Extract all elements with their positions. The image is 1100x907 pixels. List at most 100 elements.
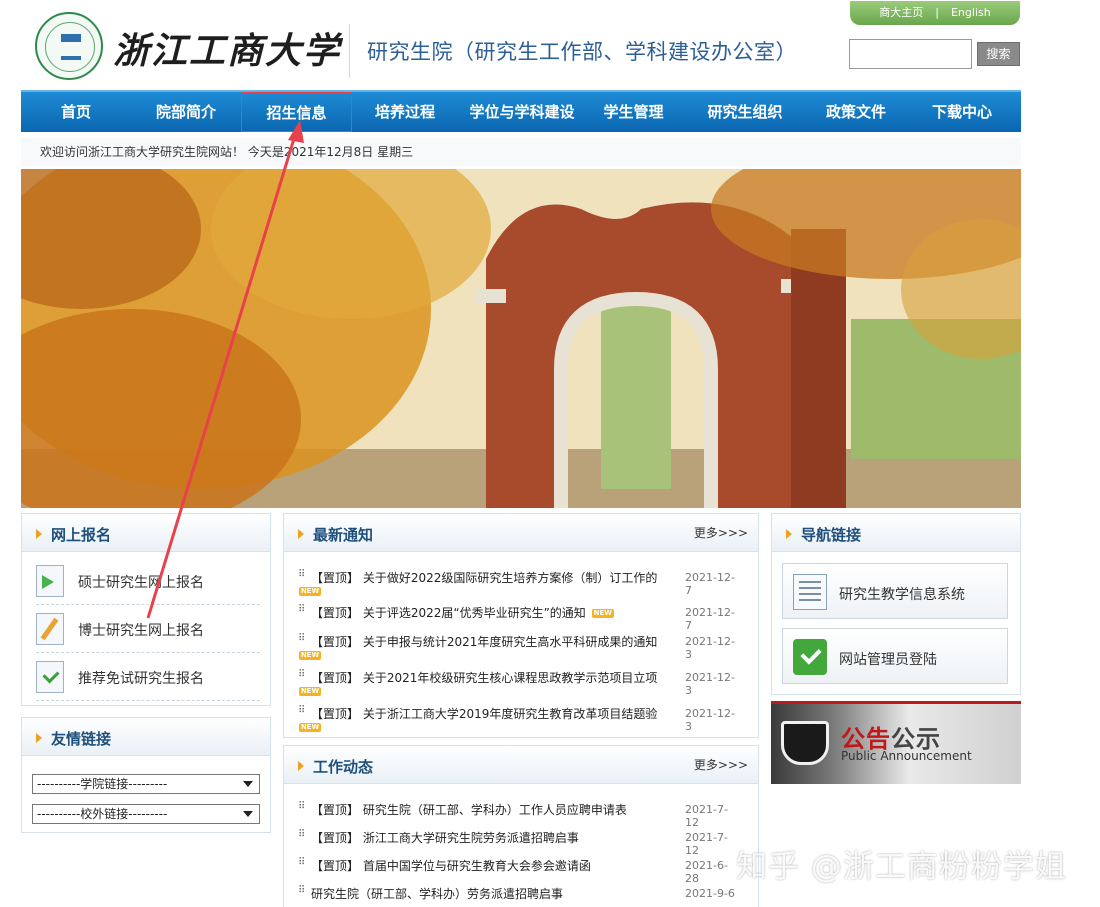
new-badge: NEW xyxy=(299,687,321,696)
announcement-red-stripe xyxy=(771,701,1021,704)
notice-date: 2021-12-3 xyxy=(685,707,735,733)
header-divider xyxy=(349,24,350,78)
search-input[interactable] xyxy=(849,39,972,69)
banner-illustration xyxy=(21,169,1021,508)
nav-links-title: 导航链接 xyxy=(801,526,862,544)
bullet-icon: ⠿ xyxy=(298,705,305,716)
external-links-select[interactable]: ----------校外链接--------- xyxy=(32,804,260,824)
nav-item-student-affairs[interactable]: 学生管理 xyxy=(586,92,681,132)
registration-label: 博士研究生网上报名 xyxy=(78,623,204,639)
registration-label: 推荐免试研究生报名 xyxy=(78,671,204,687)
work-news-title: 工作动态 xyxy=(313,758,374,776)
nav-item-policies[interactable]: 政策文件 xyxy=(809,92,903,132)
link-card-label: 网站管理员登陆 xyxy=(839,652,937,668)
online-registration-panel: 网上报名 硕士研究生网上报名 博士研究生网上报名 推荐免试研究生报名 xyxy=(21,513,271,706)
new-badge: NEW xyxy=(299,587,321,596)
friend-links-header: 友情链接 xyxy=(22,718,270,756)
latest-notices-header: 最新通知 更多>>> xyxy=(284,514,758,552)
bullet-icon: ⠿ xyxy=(298,669,305,680)
notice-title[interactable]: 【置顶】 关于申报与统计2021年度研究生高水平科研成果的通知 xyxy=(311,633,657,650)
checkmark-icon xyxy=(793,639,827,675)
link-card-label: 研究生教学信息系统 xyxy=(839,587,965,603)
friend-links-title: 友情链接 xyxy=(51,730,112,748)
header-arrow-icon xyxy=(36,529,42,539)
registration-item-doctoral[interactable]: 博士研究生网上报名 xyxy=(36,607,260,653)
university-seal-logo[interactable] xyxy=(35,12,103,80)
notice-date: 2021-12-3 xyxy=(685,635,735,661)
notice-date: 2021-12-3 xyxy=(685,671,735,697)
work-news-panel: 工作动态 更多>>> ⠿ 【置顶】 研究生院（研工部、学科办）工作人员应聘申请表… xyxy=(283,745,759,907)
new-badge: NEW xyxy=(299,723,321,732)
notice-date: 2021-12-7 xyxy=(685,571,735,597)
header-arrow-icon xyxy=(298,761,304,771)
news-title[interactable]: 【置顶】 首届中国学位与研究生教育大会参会邀请函 xyxy=(311,857,591,874)
online-registration-title: 网上报名 xyxy=(51,526,112,544)
checkmark-icon xyxy=(36,661,64,693)
news-date: 2021-9-6 xyxy=(685,887,735,900)
bullet-icon: ⠿ xyxy=(298,885,305,896)
work-news-more-link[interactable]: 更多>>> xyxy=(694,756,748,773)
bullet-icon: ⠿ xyxy=(298,633,305,644)
notice-title[interactable]: 【置顶】 关于浙江工商大学2019年度研究生教育改革项目结题验 xyxy=(311,705,657,722)
site-header: 浙江工商大学 研究生院（研究生工作部、学科建设办公室） 商大主页 | English… xyxy=(21,0,1021,88)
nav-item-home[interactable]: 首页 xyxy=(21,92,131,132)
zhihu-watermark: 知乎 @浙工商粉粉学姐 xyxy=(736,849,1067,885)
college-links-select[interactable]: ----------学院链接--------- xyxy=(32,774,260,794)
teaching-system-link[interactable]: 研究生教学信息系统 xyxy=(782,563,1008,619)
notice-title[interactable]: 【置顶】 关于2021年校级研究生核心课程思政教学示范项目立项 xyxy=(311,669,657,686)
latest-notices-more-link[interactable]: 更多>>> xyxy=(694,524,748,541)
latest-notices-title: 最新通知 xyxy=(313,526,374,544)
pencil-icon xyxy=(36,613,64,645)
welcome-bar: 欢迎访问浙江工商大学研究生院网站！ 今天是2021年12月8日 星期三 xyxy=(21,138,1021,166)
english-link[interactable]: English xyxy=(951,6,991,19)
nav-links-panel: 导航链接 研究生教学信息系统 网站管理员登陆 xyxy=(771,513,1021,695)
header-arrow-icon xyxy=(298,529,304,539)
work-news-header: 工作动态 更多>>> xyxy=(284,746,758,784)
notice-date: 2021-12-7 xyxy=(685,606,735,632)
new-badge: NEW xyxy=(591,609,614,618)
bullet-icon: ⠿ xyxy=(298,857,305,868)
bullet-icon: ⠿ xyxy=(298,604,305,615)
page: 浙江工商大学 研究生院（研究生工作部、学科建设办公室） 商大主页 | English… xyxy=(0,0,1100,907)
nav-item-organizations[interactable]: 研究生组织 xyxy=(681,92,809,132)
friend-links-panel: 友情链接 ----------学院链接--------- ----------校… xyxy=(21,717,271,833)
online-registration-header: 网上报名 xyxy=(22,514,270,552)
department-title: 研究生院（研究生工作部、学科建设办公室） xyxy=(367,40,797,64)
latest-notices-panel: 最新通知 更多>>> ⠿ 【置顶】 关于做好2022级国际研究生培养方案修（制）… xyxy=(283,513,759,738)
nav-item-training[interactable]: 培养过程 xyxy=(352,92,458,132)
notice-title[interactable]: 【置顶】 关于做好2022级国际研究生培养方案修（制）订工作的 xyxy=(311,569,657,586)
nav-links-header: 导航链接 xyxy=(772,514,1020,552)
bullet-icon: ⠿ xyxy=(298,801,305,812)
main-nav: 首页 院部简介 招生信息 培养过程 学位与学科建设 学生管理 研究生组织 政策文… xyxy=(21,90,1021,132)
campus-banner-image[interactable] xyxy=(21,169,1021,508)
registration-label: 硕士研究生网上报名 xyxy=(78,575,204,591)
nav-item-downloads[interactable]: 下载中心 xyxy=(903,92,1021,132)
header-arrow-icon xyxy=(36,733,42,743)
nav-item-degree[interactable]: 学位与学科建设 xyxy=(458,92,586,132)
public-announcement-banner[interactable]: 公告公示 Public Announcement xyxy=(771,701,1021,784)
top-links-bar: 商大主页 | English xyxy=(850,1,1020,25)
nav-item-admissions[interactable]: 招生信息 xyxy=(241,92,352,132)
notice-title[interactable]: 【置顶】 关于评选2022届“优秀毕业研究生”的通知 NEW xyxy=(311,604,614,621)
notice-title-text[interactable]: 【置顶】 关于评选2022届“优秀毕业研究生”的通知 xyxy=(311,606,586,620)
registration-item-exempt[interactable]: 推荐免试研究生报名 xyxy=(36,655,260,701)
news-title[interactable]: 【置顶】 浙江工商大学研究生院劳务派遣招聘启事 xyxy=(311,829,579,846)
university-name-logo[interactable]: 浙江工商大学 xyxy=(113,22,341,74)
admin-login-link[interactable]: 网站管理员登陆 xyxy=(782,628,1008,684)
home-site-link[interactable]: 商大主页 xyxy=(879,6,923,19)
top-links-separator: | xyxy=(935,6,939,19)
new-badge: NEW xyxy=(299,651,321,660)
nav-item-about[interactable]: 院部简介 xyxy=(131,92,241,132)
coffee-cup-icon xyxy=(781,721,829,765)
bullet-icon: ⠿ xyxy=(298,569,305,580)
document-icon xyxy=(793,574,827,610)
registration-item-masters[interactable]: 硕士研究生网上报名 xyxy=(36,559,260,605)
news-title[interactable]: 【置顶】 研究生院（研工部、学科办）工作人员应聘申请表 xyxy=(311,801,627,818)
news-date: 2021-6-28 xyxy=(685,859,728,885)
arrow-right-icon xyxy=(36,565,64,597)
news-title[interactable]: 研究生院（研工部、学科办）劳务派遣招聘启事 xyxy=(311,885,563,902)
announcement-subtitle: Public Announcement xyxy=(841,749,972,763)
header-arrow-icon xyxy=(786,529,792,539)
news-date: 2021-7-12 xyxy=(685,831,728,857)
search-button[interactable]: 搜索 xyxy=(977,42,1020,66)
